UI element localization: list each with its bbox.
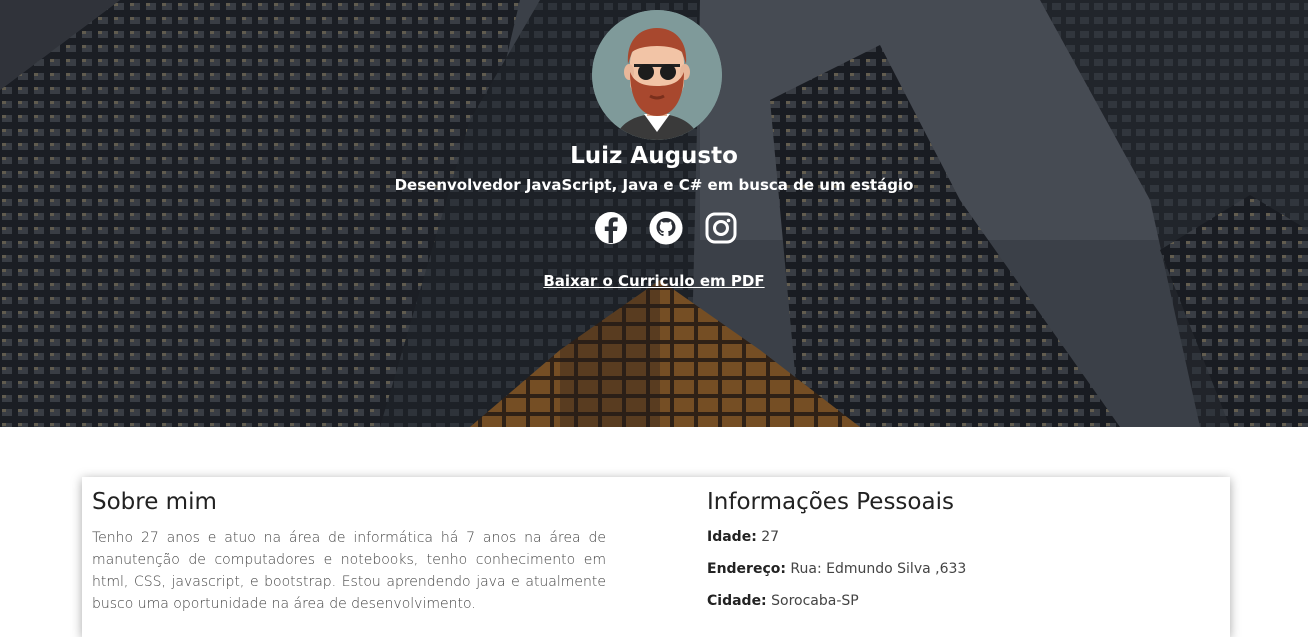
profile-avatar bbox=[592, 10, 722, 140]
profile-name: Luiz Augusto bbox=[570, 143, 738, 169]
info-row-address: Endereço: Rua: Edmundo Silva ,633 bbox=[707, 559, 1207, 591]
github-link[interactable] bbox=[648, 210, 684, 246]
info-value: Sorocaba-SP bbox=[771, 593, 859, 609]
info-label: Idade: bbox=[707, 529, 757, 545]
hero-banner: Luiz Augusto Desenvolvedor JavaScript, J… bbox=[0, 0, 1308, 427]
info-label: Cidade: bbox=[707, 593, 767, 609]
info-value: Rua: Edmundo Silva ,633 bbox=[790, 561, 967, 577]
info-row-age: Idade: 27 bbox=[707, 527, 1207, 559]
facebook-link[interactable] bbox=[593, 210, 629, 246]
instagram-link[interactable] bbox=[703, 210, 739, 246]
social-links bbox=[590, 210, 750, 248]
about-section: Sobre mim Tenho 27 anos e atuo na área d… bbox=[92, 489, 606, 615]
download-cv-link[interactable]: Baixar o Curriculo em PDF bbox=[0, 272, 1308, 290]
info-value: 27 bbox=[761, 529, 780, 545]
personal-info-title: Informações Pessoais bbox=[707, 489, 954, 515]
info-label: Endereço: bbox=[707, 561, 786, 577]
instagram-icon bbox=[705, 212, 737, 244]
personal-info-section: Informações Pessoais Idade: 27 Endereço:… bbox=[707, 489, 1207, 623]
facebook-icon bbox=[595, 212, 627, 244]
about-title: Sobre mim bbox=[92, 489, 217, 515]
info-card: Sobre mim Tenho 27 anos e atuo na área d… bbox=[82, 477, 1230, 637]
github-icon bbox=[649, 211, 683, 245]
info-row-city: Cidade: Sorocaba-SP bbox=[707, 591, 1207, 623]
about-text: Tenho 27 anos e atuo na área de informát… bbox=[92, 530, 606, 612]
profile-tagline: Desenvolvedor JavaScript, Java e C# em b… bbox=[394, 176, 914, 194]
